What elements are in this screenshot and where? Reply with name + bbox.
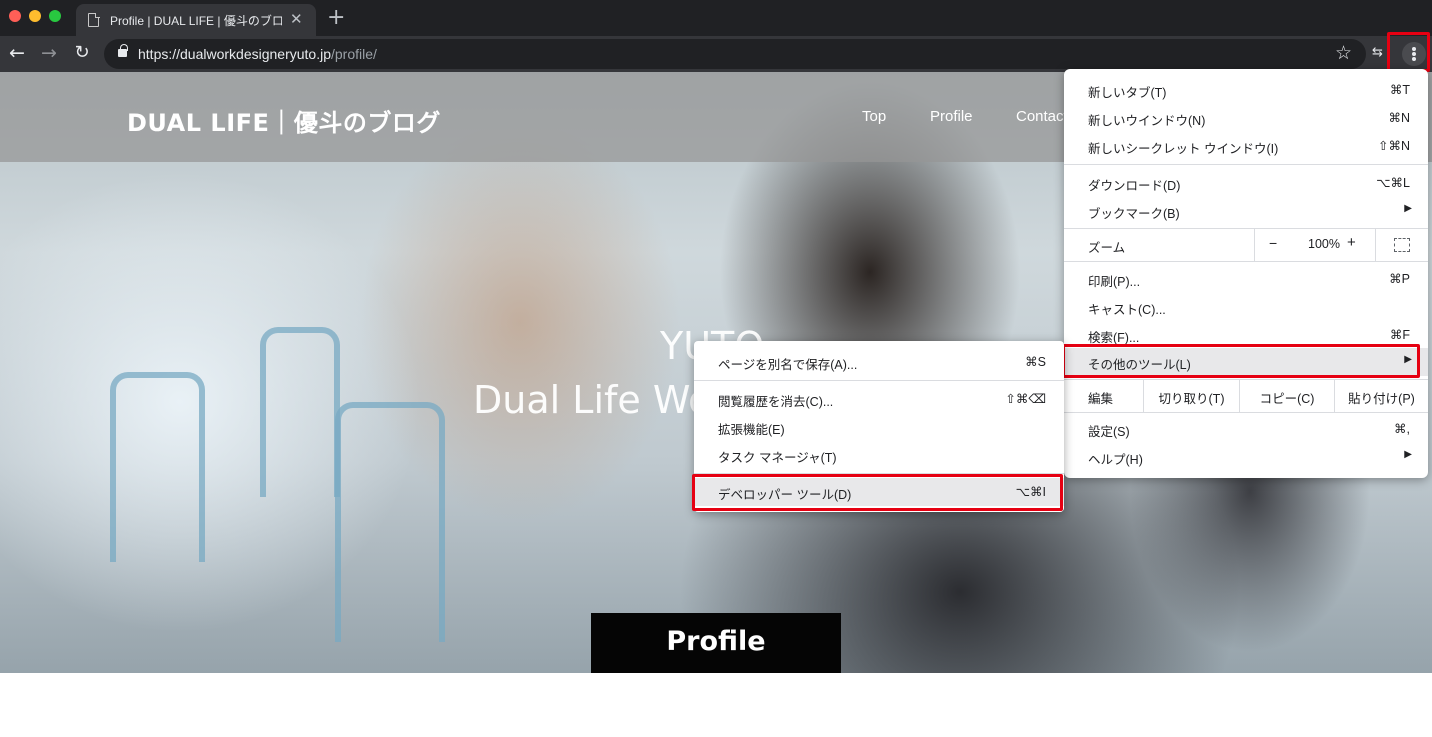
menu-item-new-window[interactable]: 新しいウインドウ(N) ⌘N bbox=[1064, 104, 1428, 132]
menu-edit-row: 編集 切り取り(T) コピー(C) 貼り付け(P) bbox=[1064, 380, 1428, 412]
chair-shape bbox=[260, 327, 340, 497]
menu-item-clear-browsing-data[interactable]: 閲覧履歴を消去(C)... ⇧⌘⌫ bbox=[694, 385, 1064, 413]
submenu-arrow-icon: ▶ bbox=[1404, 203, 1412, 214]
chrome-menu: 新しいタブ(T) ⌘T 新しいウインドウ(N) ⌘N 新しいシークレット ウイン… bbox=[1064, 69, 1428, 478]
menu-item-incognito-window[interactable]: 新しいシークレット ウインドウ(I) ⇧⌘N bbox=[1064, 132, 1428, 160]
nav-link-profile[interactable]: Profile bbox=[930, 108, 973, 125]
page-icon bbox=[88, 12, 100, 27]
browser-tab[interactable]: Profile | DUAL LIFE | 優斗のブログ ✕ bbox=[76, 4, 316, 36]
paste-button[interactable]: 貼り付け(P) bbox=[1334, 380, 1428, 412]
fullscreen-icon bbox=[1394, 238, 1410, 252]
address-bar[interactable]: https://dualworkdesigneryuto.jp/profile/… bbox=[104, 39, 1366, 69]
browser-toolbar: ← → ↻ https://dualworkdesigneryuto.jp/pr… bbox=[0, 36, 1432, 72]
menu-item-print[interactable]: 印刷(P)... ⌘P bbox=[1064, 265, 1428, 293]
close-window-button[interactable] bbox=[9, 10, 21, 22]
menu-divider bbox=[1064, 261, 1428, 262]
menu-divider bbox=[1064, 164, 1428, 165]
minimize-window-button[interactable] bbox=[29, 10, 41, 22]
site-title[interactable]: DUAL LIFE｜優斗のブログ bbox=[127, 103, 441, 138]
chair-shape bbox=[335, 402, 445, 642]
zoom-level: 100% bbox=[1308, 237, 1340, 251]
extension-icon[interactable]: ⇆ bbox=[1372, 45, 1383, 60]
menu-item-cast[interactable]: キャスト(C)... bbox=[1064, 293, 1428, 321]
lock-icon[interactable] bbox=[118, 44, 128, 57]
menu-zoom-row: ズーム − 100% + bbox=[1064, 229, 1428, 261]
highlight-box-menu-button bbox=[1387, 32, 1430, 72]
url-text[interactable]: https://dualworkdesigneryuto.jp/profile/ bbox=[138, 46, 377, 62]
forward-arrow-icon[interactable]: → bbox=[37, 42, 61, 66]
nav-link-top[interactable]: Top bbox=[862, 108, 886, 125]
submenu-arrow-icon: ▶ bbox=[1404, 449, 1412, 460]
profile-heading-box: Profile bbox=[591, 613, 841, 673]
highlight-box-more-tools bbox=[1062, 344, 1420, 378]
reload-icon[interactable]: ↻ bbox=[70, 42, 94, 66]
menu-item-downloads[interactable]: ダウンロード(D) ⌥⌘L bbox=[1064, 169, 1428, 197]
maximize-window-button[interactable] bbox=[49, 10, 61, 22]
menu-item-task-manager[interactable]: タスク マネージャ(T) bbox=[694, 441, 1064, 469]
menu-item-settings[interactable]: 設定(S) ⌘, bbox=[1064, 415, 1428, 443]
copy-button[interactable]: コピー(C) bbox=[1239, 380, 1334, 412]
zoom-controls: − 100% + bbox=[1254, 229, 1428, 261]
chair-shape bbox=[110, 372, 205, 562]
tab-title: Profile | DUAL LIFE | 優斗のブログ bbox=[110, 14, 282, 28]
close-tab-icon[interactable]: ✕ bbox=[290, 10, 303, 28]
menu-item-bookmarks[interactable]: ブックマーク(B) ▶ bbox=[1064, 197, 1428, 225]
highlight-box-developer-tools bbox=[692, 474, 1063, 511]
back-arrow-icon[interactable]: ← bbox=[5, 42, 29, 66]
menu-item-new-tab[interactable]: 新しいタブ(T) ⌘T bbox=[1064, 76, 1428, 104]
menu-divider bbox=[694, 380, 1064, 381]
new-tab-icon[interactable]: + bbox=[327, 5, 345, 30]
fullscreen-button[interactable] bbox=[1375, 229, 1429, 261]
menu-item-extensions[interactable]: 拡張機能(E) bbox=[694, 413, 1064, 441]
menu-divider bbox=[1064, 412, 1428, 413]
browser-window: Profile | DUAL LIFE | 優斗のブログ ✕ + ← → ↻ h… bbox=[0, 0, 1432, 737]
cut-button[interactable]: 切り取り(T) bbox=[1143, 380, 1239, 412]
menu-item-save-page-as[interactable]: ページを別名で保存(A)... ⌘S bbox=[694, 348, 1064, 376]
tab-strip: Profile | DUAL LIFE | 優斗のブログ ✕ + bbox=[0, 0, 1432, 36]
zoom-out-button[interactable]: − bbox=[1269, 235, 1277, 251]
profile-heading: Profile bbox=[666, 626, 766, 657]
zoom-in-button[interactable]: + bbox=[1347, 234, 1356, 251]
bookmark-star-icon[interactable]: ☆ bbox=[1335, 42, 1352, 64]
nav-link-contact[interactable]: Contact bbox=[1016, 108, 1068, 125]
menu-item-help[interactable]: ヘルプ(H) ▶ bbox=[1064, 443, 1428, 471]
